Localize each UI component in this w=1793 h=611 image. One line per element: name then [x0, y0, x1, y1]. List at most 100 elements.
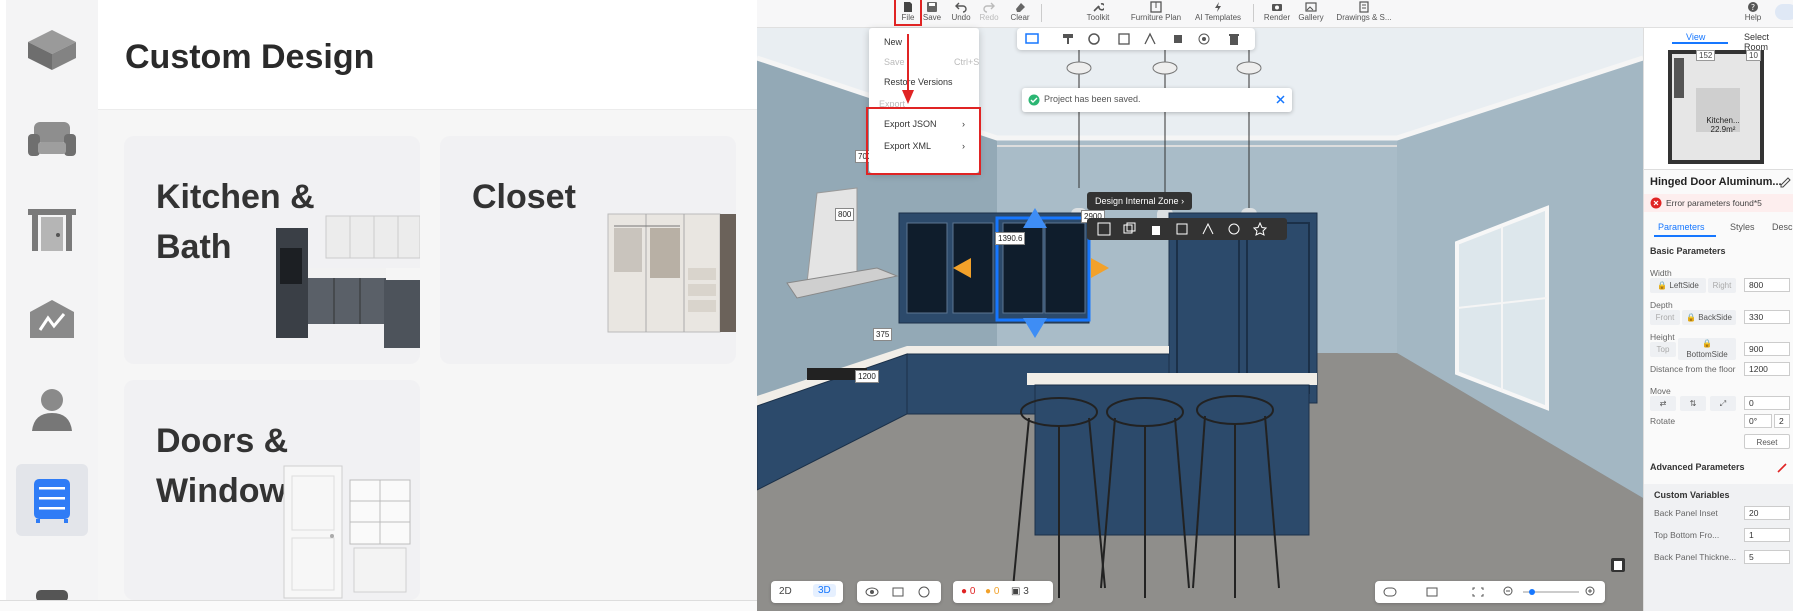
width-leftside-toggle[interactable]: 🔒 LeftSide — [1650, 278, 1706, 293]
measure-icon[interactable] — [1143, 32, 1157, 46]
toolkit-button[interactable]: Toolkit — [1083, 0, 1113, 28]
dimension-label[interactable]: 375 — [873, 328, 893, 341]
panel-icon[interactable] — [1175, 222, 1189, 236]
depth-front-toggle[interactable]: Front — [1650, 310, 1680, 325]
mode-2d-button[interactable]: 2D — [779, 586, 792, 597]
depth-backside-toggle[interactable]: 🔒 BackSide — [1682, 310, 1736, 325]
menu-item-new[interactable]: New — [884, 34, 902, 50]
save-button[interactable]: Save — [921, 0, 943, 28]
clear-button[interactable]: Clear — [1007, 0, 1033, 28]
reset-button[interactable]: Reset — [1744, 434, 1790, 449]
tab-parameters[interactable]: Parameters — [1658, 222, 1705, 232]
error-count: ● 0 — [961, 586, 976, 597]
floor-distance-input[interactable]: 1200 — [1744, 362, 1790, 376]
close-icon[interactable] — [1275, 94, 1286, 105]
dimension-label[interactable]: 800 — [835, 208, 855, 221]
rail-item-custom-design[interactable] — [16, 464, 88, 536]
tab-styles[interactable]: Styles — [1730, 222, 1755, 232]
category-card-kitchen-bath[interactable]: Kitchen & Bath — [124, 136, 420, 364]
internal-zone-icon[interactable] — [1097, 222, 1111, 236]
tab-view[interactable]: View — [1686, 32, 1705, 42]
minimap-dimension: 10 — [1746, 50, 1761, 61]
duplicate-icon[interactable] — [1123, 222, 1137, 236]
rotate-input[interactable]: 0° — [1744, 414, 1772, 428]
save-toast: Project has been saved. — [1022, 88, 1292, 112]
back-panel-inset-input[interactable]: 20 — [1744, 506, 1790, 520]
furniture-plan-button[interactable]: Furniture Plan — [1127, 0, 1185, 28]
rail-item-walls[interactable] — [16, 284, 88, 356]
top-bottom-label: Top Bottom Fro... — [1654, 530, 1720, 540]
wrench-icon — [1093, 3, 1104, 12]
width-right-toggle[interactable]: Right — [1708, 278, 1736, 293]
move-x-button[interactable]: ⇄ — [1650, 396, 1676, 411]
edit-icon[interactable] — [1780, 177, 1791, 188]
tab-description[interactable]: Desc — [1772, 222, 1793, 232]
rail-item-modeling[interactable] — [16, 14, 88, 86]
zoom-handle[interactable] — [1529, 589, 1535, 595]
height-input[interactable]: 900 — [1744, 342, 1790, 356]
star-icon[interactable] — [1253, 222, 1267, 236]
rail-item-furniture[interactable] — [16, 104, 88, 176]
depth-input[interactable]: 330 — [1744, 310, 1790, 324]
advanced-parameters-header: Advanced Parameters — [1650, 462, 1745, 472]
category-card-closet[interactable]: Closet — [440, 136, 736, 364]
plugin-icon[interactable] — [1171, 32, 1185, 46]
fullscreen-icon[interactable] — [1471, 586, 1485, 598]
minimap-dimension: 152 — [1696, 50, 1716, 61]
layers-icon[interactable] — [891, 586, 905, 598]
error-banner[interactable]: Error parameters found*5 — [1644, 194, 1793, 212]
target-icon[interactable] — [1197, 32, 1211, 46]
move-y-button[interactable]: ⇅ — [1680, 396, 1706, 411]
gallery-button[interactable]: Gallery — [1295, 0, 1327, 28]
move-input[interactable]: 0 — [1744, 396, 1790, 410]
paint-icon[interactable] — [1061, 32, 1075, 46]
material-icon[interactable] — [1087, 32, 1101, 46]
layer-count: ▣ 3 — [1011, 586, 1029, 597]
dimension-label[interactable]: 1200 — [855, 370, 879, 383]
snap-icon[interactable] — [1117, 32, 1131, 46]
delete-icon[interactable] — [1149, 222, 1163, 236]
rotate-input-2[interactable]: 2 — [1774, 414, 1790, 428]
highlight-file-button — [894, 0, 922, 26]
rail-item-more[interactable] — [16, 576, 88, 600]
ai-templates-button[interactable]: AI Templates — [1191, 0, 1245, 28]
zoom-out-icon[interactable] — [1503, 586, 1515, 598]
clipboard-icon[interactable] — [1609, 556, 1627, 574]
select-tool-icon[interactable] — [1025, 32, 1039, 46]
properties-panel: View Select Room 152 10 Kitchen... 22.9m²… — [1643, 28, 1793, 611]
rotate-icon[interactable] — [1227, 222, 1241, 236]
move-z-button[interactable]: ⤢ — [1710, 396, 1736, 411]
back-panel-thickness-input[interactable]: 5 — [1744, 550, 1790, 564]
settings-toggle-icon[interactable] — [1383, 586, 1397, 598]
eye-icon[interactable] — [865, 586, 879, 598]
height-bottomside-toggle[interactable]: 🔒 BottomSide — [1678, 338, 1736, 360]
zoom-in-icon[interactable] — [1585, 586, 1597, 598]
category-card-doors-windows[interactable]: Doors & Windows — [124, 380, 420, 600]
status-counters[interactable]: ● 0 ● 0 ▣ 3 — [953, 581, 1053, 603]
top-bottom-input[interactable]: 1 — [1744, 528, 1790, 542]
align-icon[interactable] — [1201, 222, 1215, 236]
menu-item-restore-versions[interactable]: Restore Versions — [884, 74, 953, 90]
height-top-toggle[interactable]: Top — [1650, 342, 1676, 357]
trash-icon[interactable] — [1227, 32, 1241, 46]
paint-brush-icon[interactable] — [1776, 462, 1788, 474]
custom-design-panel: Custom Design Kitchen & Bath Closet Door… — [0, 0, 757, 611]
rail-item-people[interactable] — [16, 374, 88, 446]
undo-button[interactable]: Undo — [949, 0, 973, 28]
render-button[interactable]: Render — [1261, 0, 1293, 28]
minimap[interactable]: View Select Room 152 10 Kitchen... 22.9m² — [1644, 28, 1793, 170]
mode-3d-button[interactable]: 3D — [813, 584, 836, 597]
design-internal-zone-button[interactable]: Design Internal Zone › — [1087, 192, 1193, 210]
rail-item-doors[interactable] — [16, 194, 88, 266]
redo-button[interactable]: Redo — [977, 0, 1001, 28]
user-avatar[interactable] — [1775, 4, 1793, 20]
fit-view-icon[interactable] — [1425, 586, 1439, 598]
help-button[interactable]: ? Help — [1741, 0, 1765, 28]
width-input[interactable]: 800 — [1744, 278, 1790, 292]
dimension-label[interactable]: 1390.6 — [995, 232, 1026, 245]
error-icon — [1650, 197, 1662, 209]
drawings-button[interactable]: Drawings & S... — [1335, 0, 1393, 28]
wall-icon — [30, 300, 74, 338]
tab-underline — [1654, 235, 1716, 237]
compass-icon[interactable] — [917, 586, 931, 598]
